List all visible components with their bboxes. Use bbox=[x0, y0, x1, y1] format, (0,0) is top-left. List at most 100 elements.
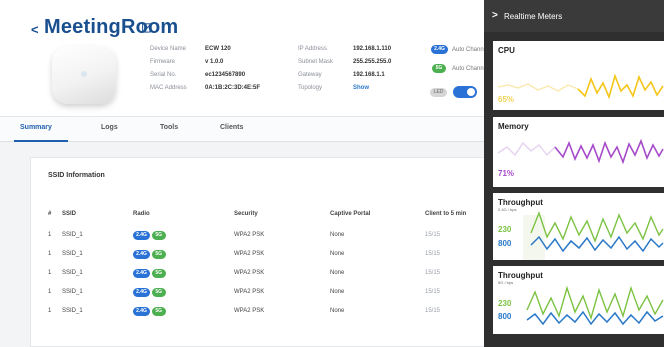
cpu-title: CPU bbox=[498, 46, 515, 55]
active-tab-indicator bbox=[14, 140, 68, 142]
device-detail-page: < MeetingRoom Device Name ECW 120 Firmwa… bbox=[0, 0, 664, 347]
cell-portal: None bbox=[330, 232, 345, 238]
table-row[interactable]: 1 SSID_1 2.4G 5G WPA2 PSK None 15/15 bbox=[31, 228, 491, 245]
info-value: 192.168.1.110 bbox=[353, 46, 392, 52]
meters-header[interactable]: > Realtime Meters bbox=[484, 0, 664, 32]
cell-clients: 15/15 bbox=[425, 308, 441, 314]
cell-security: WPA2 PSK bbox=[234, 308, 265, 314]
cell-radio: 2.4G 5G bbox=[133, 288, 166, 297]
cell-portal: None bbox=[330, 308, 345, 314]
cell-num: 1 bbox=[48, 270, 52, 276]
radio-5g-badge: 5G bbox=[151, 307, 166, 316]
info-label: MAC Address bbox=[150, 85, 187, 91]
throughput-meter-1: Throughput 2.4G / bps 230 800 bbox=[493, 193, 664, 260]
radio-24g-badge: 2.4G bbox=[133, 250, 150, 259]
edit-icon[interactable] bbox=[142, 22, 153, 33]
tab-tools[interactable]: Tools bbox=[160, 124, 178, 131]
throughput-unit-2: 5G / bps bbox=[498, 280, 514, 285]
realtime-meters-panel: > Realtime Meters CPU 65% Memory 71% Thr… bbox=[484, 0, 664, 347]
radio-24g-badge: 2.4G bbox=[133, 288, 150, 297]
memory-meter: Memory 71% bbox=[493, 117, 664, 187]
cell-num: 1 bbox=[48, 308, 52, 314]
cell-clients: 15/15 bbox=[425, 251, 441, 257]
cell-radio: 2.4G 5G bbox=[133, 307, 166, 316]
cell-portal: None bbox=[330, 270, 345, 276]
radio-24g-badge: 2.4G bbox=[431, 45, 448, 54]
throughput-title-2: Throughput bbox=[498, 271, 543, 280]
info-label: IP Address bbox=[298, 46, 327, 52]
col-header-radio: Radio bbox=[133, 211, 150, 217]
cell-clients: 15/15 bbox=[425, 232, 441, 238]
info-label: Subnet Mask bbox=[298, 59, 334, 65]
ssid-information-card: SSID Information # SSID Radio Security C… bbox=[30, 157, 490, 347]
radio-5g-badge: 5G bbox=[151, 250, 166, 259]
info-value: ec1234567890 bbox=[205, 72, 246, 78]
radio-5g-badge: 5G bbox=[432, 64, 446, 73]
radio-24g-note: Auto Channel bbox=[452, 47, 489, 53]
throughput-up-2: 230 bbox=[498, 299, 512, 308]
info-label: Topology bbox=[298, 85, 323, 91]
radio-5g-note: Auto Channel bbox=[452, 66, 489, 72]
cpu-meter: CPU 65% bbox=[493, 41, 664, 110]
tab-clients[interactable]: Clients bbox=[220, 124, 243, 131]
col-header-security: Security bbox=[234, 211, 258, 217]
info-label: Serial No. bbox=[150, 72, 177, 78]
cell-security: WPA2 PSK bbox=[234, 251, 265, 257]
cell-security: WPA2 PSK bbox=[234, 289, 265, 295]
info-value: 255.255.255.0 bbox=[353, 59, 392, 65]
info-label: Gateway bbox=[298, 72, 322, 78]
col-header-num: # bbox=[48, 211, 52, 217]
cell-ssid: SSID_1 bbox=[62, 232, 83, 238]
memory-percent: 71% bbox=[498, 169, 515, 178]
radio-24g-badge: 2.4G bbox=[133, 269, 150, 278]
throughput-down-1: 800 bbox=[498, 239, 512, 248]
table-row[interactable]: 1 SSID_1 2.4G 5G WPA2 PSK None 15/15 bbox=[31, 285, 491, 302]
toggle-knob bbox=[467, 88, 475, 96]
led-badge: LED bbox=[430, 88, 447, 97]
cell-clients: 15/15 bbox=[425, 270, 441, 276]
radio-24g-badge: 2.4G bbox=[133, 231, 150, 240]
tab-logs[interactable]: Logs bbox=[101, 124, 118, 131]
chevron-right-icon[interactable]: > bbox=[492, 10, 498, 21]
throughput-up-1: 230 bbox=[498, 225, 512, 234]
tab-summary[interactable]: Summary bbox=[20, 124, 52, 131]
cell-num: 1 bbox=[48, 289, 52, 295]
radio-5g-badge: 5G bbox=[151, 288, 166, 297]
table-row[interactable]: 1 SSID_1 2.4G 5G WPA2 PSK None 15/15 bbox=[31, 266, 491, 283]
device-image bbox=[52, 46, 116, 104]
device-led bbox=[81, 71, 87, 77]
info-label: Firmware bbox=[150, 59, 175, 65]
led-toggle[interactable] bbox=[453, 86, 477, 98]
cell-security: WPA2 PSK bbox=[234, 232, 265, 238]
cell-radio: 2.4G 5G bbox=[133, 231, 166, 240]
cell-ssid: SSID_1 bbox=[62, 251, 83, 257]
card-title: SSID Information bbox=[48, 172, 105, 179]
cell-portal: None bbox=[330, 251, 345, 257]
throughput-title-1: Throughput bbox=[498, 198, 543, 207]
table-row[interactable]: 1 SSID_1 2.4G 5G WPA2 PSK None 15/15 bbox=[31, 247, 491, 264]
cell-ssid: SSID_1 bbox=[62, 308, 83, 314]
throughput-unit-1: 2.4G / bps bbox=[498, 207, 517, 212]
info-value: ECW 120 bbox=[205, 46, 231, 52]
cell-ssid: SSID_1 bbox=[62, 289, 83, 295]
memory-title: Memory bbox=[498, 122, 529, 131]
info-value: v 1.0.0 bbox=[205, 59, 224, 65]
back-button[interactable]: < bbox=[31, 22, 39, 37]
info-value: 192.168.1.1 bbox=[353, 72, 385, 78]
page-title: MeetingRoom bbox=[44, 16, 179, 38]
table-row[interactable]: 1 SSID_1 2.4G 5G WPA2 PSK None 15/15 bbox=[31, 304, 491, 321]
cell-radio: 2.4G 5G bbox=[133, 269, 166, 278]
throughput-meter-2: Throughput 5G / bps 230 800 bbox=[493, 266, 664, 334]
cell-portal: None bbox=[330, 289, 345, 295]
cell-ssid: SSID_1 bbox=[62, 270, 83, 276]
col-header-portal: Captive Portal bbox=[330, 211, 371, 217]
radio-24g-badge: 2.4G bbox=[133, 307, 150, 316]
info-value: 0A:1B:2C:3D:4E:5F bbox=[205, 85, 261, 91]
topology-link[interactable]: Show bbox=[353, 85, 369, 91]
cell-num: 1 bbox=[48, 251, 52, 257]
cell-security: WPA2 PSK bbox=[234, 270, 265, 276]
cell-clients: 15/15 bbox=[425, 289, 441, 295]
cpu-sparkline bbox=[497, 73, 664, 100]
throughput-down-2: 800 bbox=[498, 312, 512, 321]
radio-5g-badge: 5G bbox=[151, 269, 166, 278]
